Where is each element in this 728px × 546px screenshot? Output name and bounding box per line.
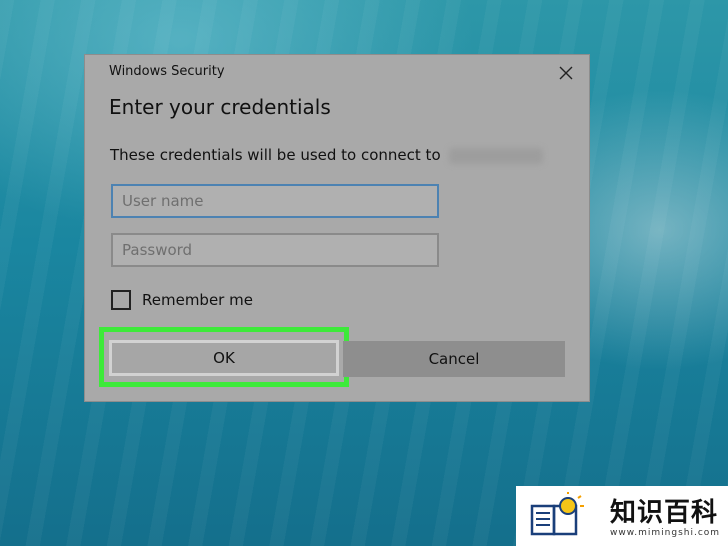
username-input[interactable]: [111, 184, 439, 218]
password-input[interactable]: [111, 233, 439, 267]
dialog-heading: Enter your credentials: [109, 95, 331, 119]
close-icon: [559, 66, 573, 80]
windows-security-dialog: Windows Security Enter your credentials …: [84, 54, 590, 402]
remember-me-checkbox[interactable]: [111, 290, 131, 310]
cancel-button[interactable]: Cancel: [343, 341, 565, 377]
watermark-banner: 知识百科 www.mimingshi.com: [516, 486, 728, 546]
description-text: These credentials will be used to connec…: [110, 146, 441, 164]
remember-me-label[interactable]: Remember me: [142, 291, 253, 309]
close-button[interactable]: [551, 59, 581, 87]
ok-button[interactable]: OK: [109, 340, 339, 376]
watermark-url: www.mimingshi.com: [610, 528, 721, 538]
dialog-description: These credentials will be used to connec…: [110, 146, 543, 164]
book-lightbulb-logo-icon: [530, 492, 584, 536]
redacted-address: [448, 147, 543, 164]
dialog-title: Windows Security: [109, 64, 225, 79]
watermark-brand: 知识百科: [610, 498, 719, 528]
